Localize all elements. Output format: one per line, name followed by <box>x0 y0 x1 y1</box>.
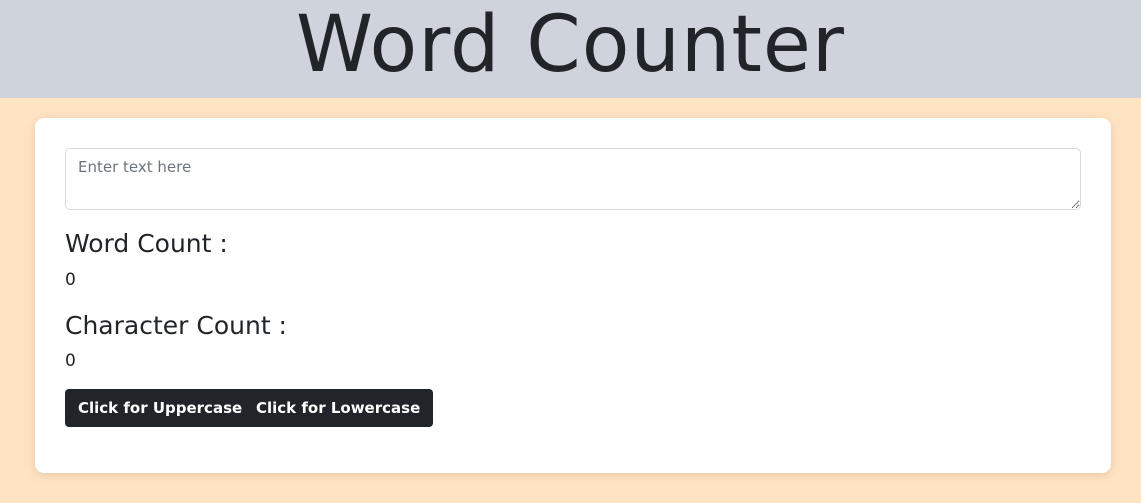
text-input[interactable] <box>65 148 1081 210</box>
counter-card: Word Count : 0 Character Count : 0 Click… <box>35 118 1111 473</box>
page-title: Word Counter <box>296 0 845 90</box>
lowercase-button[interactable]: Click for Lowercase <box>243 389 434 427</box>
uppercase-button[interactable]: Click for Uppercase <box>65 389 256 427</box>
header-bar: Word Counter <box>0 0 1141 98</box>
word-count-value: 0 <box>65 270 76 290</box>
character-count-label: Character Count : <box>65 311 287 340</box>
word-count-label: Word Count : <box>65 229 228 258</box>
character-count-value: 0 <box>65 351 76 371</box>
